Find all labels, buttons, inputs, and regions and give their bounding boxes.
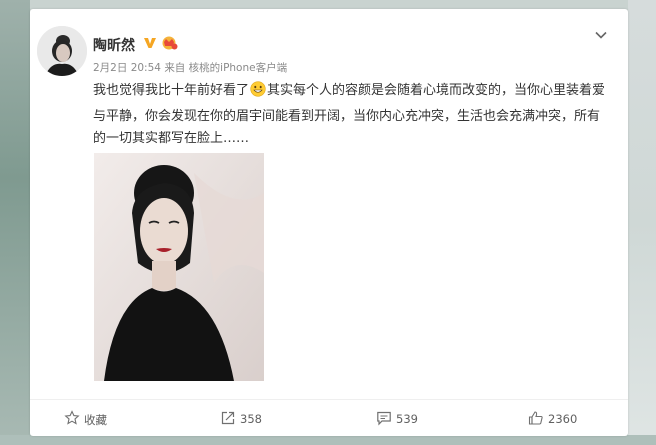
repost-count: 358 [240,412,262,426]
like-count: 2360 [548,412,578,426]
action-bar: 收藏 358 539 2360 [30,399,628,427]
post-text: 我也觉得我比十年前好看了 其实每个人的容颜是会随着心境而改变的，当你心里装着爱与… [93,80,611,151]
post-image[interactable] [94,153,264,381]
page-background-left [0,0,30,445]
verified-v-icon [143,35,157,54]
author-name[interactable]: 陶昕然 [93,35,135,55]
post-timestamp[interactable]: 2月2日 20:54 [93,62,161,74]
grin-emoji-icon [250,81,266,106]
post-source: 来自 核桃的iPhone客户端 [164,62,288,74]
star-icon [64,410,80,425]
favorite-button[interactable]: 收藏 [64,410,124,428]
comment-icon [377,411,391,426]
chevron-down-icon[interactable] [594,27,608,46]
repost-button[interactable]: 358 [220,410,290,428]
thumbs-up-icon [528,411,543,425]
page-background-bottom [0,435,656,445]
favorite-label: 收藏 [84,413,107,427]
like-button[interactable]: 2360 [528,410,598,428]
post-card: 陶昕然 2月2日 20:54 来自 核桃的iPhone客户端 我也觉得我比十年前… [30,9,628,436]
comment-count: 539 [396,412,418,426]
share-icon [221,411,235,425]
page-background-right [628,0,656,445]
post-text-part1: 我也觉得我比十年前好看了 [93,83,250,98]
comment-button[interactable]: 539 [376,410,446,428]
vip-icon[interactable] [160,35,178,54]
avatar[interactable] [37,26,87,76]
post-meta: 2月2日 20:54 来自 核桃的iPhone客户端 [93,60,287,75]
